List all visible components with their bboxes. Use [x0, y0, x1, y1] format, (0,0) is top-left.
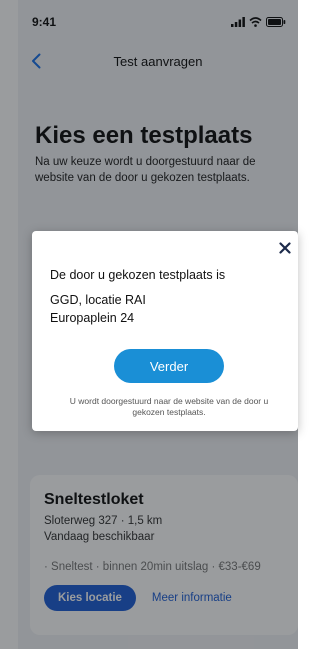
modal-location-address: Europaplein 24	[50, 311, 135, 325]
continue-button[interactable]: Verder	[114, 349, 224, 383]
modal-note: U wordt doorgestuurd naar de website van…	[69, 396, 269, 417]
modal-heading: De door u gekozen testplaats is	[50, 268, 226, 282]
close-icon	[279, 242, 291, 254]
close-button[interactable]	[276, 239, 294, 257]
modal-location-name: GGD, locatie RAI	[50, 293, 146, 307]
confirmation-modal: De door u gekozen testplaats is GGD, loc…	[32, 231, 298, 431]
